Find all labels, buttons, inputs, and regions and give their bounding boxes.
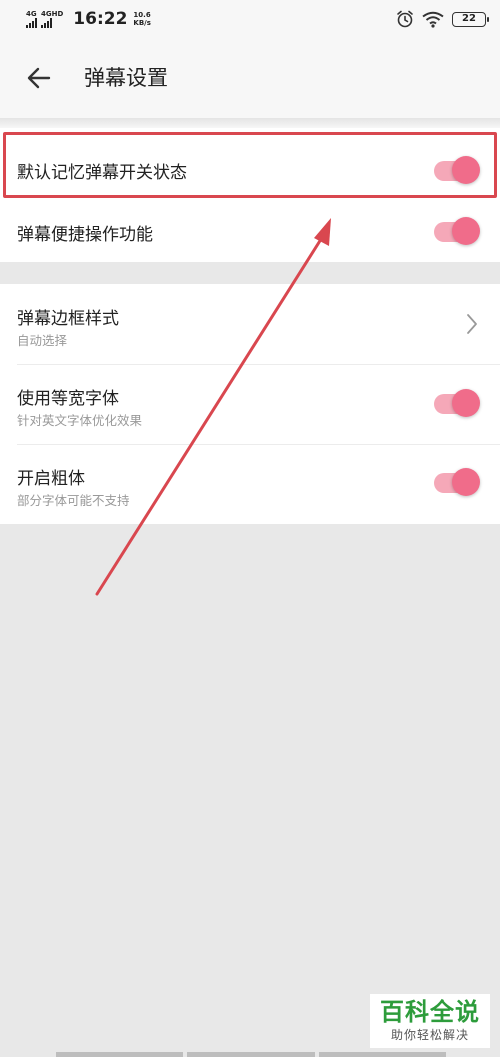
- clock: 16:22: [73, 9, 128, 29]
- setting-danmaku-quick-actions[interactable]: 弹幕便捷操作功能: [0, 202, 500, 262]
- toggle-switch[interactable]: [434, 217, 480, 247]
- toggle-knob: [452, 389, 480, 417]
- wifi-icon: [422, 11, 444, 28]
- network-speed-value: 10.6: [133, 11, 151, 19]
- app-header: 弹幕设置: [0, 38, 500, 118]
- setting-label: 弹幕边框样式: [17, 309, 119, 329]
- signal-sim2-label: 4GHD: [41, 10, 64, 18]
- setting-sublabel: 部分字体可能不支持: [17, 493, 130, 508]
- watermark-logo: 百科全说 助你轻松解决: [370, 994, 490, 1048]
- back-arrow-icon[interactable]: [24, 63, 54, 93]
- setting-sublabel: 针对英文字体优化效果: [17, 413, 143, 428]
- setting-label: 默认记忆弹幕开关状态: [17, 163, 187, 183]
- setting-bold-font[interactable]: 开启粗体 部分字体可能不支持: [0, 445, 500, 524]
- setting-danmaku-border-style[interactable]: 弹幕边框样式 自动选择: [0, 284, 500, 364]
- signal-icon: [26, 18, 37, 28]
- toggle-knob: [452, 156, 480, 184]
- header-divider: [0, 118, 500, 128]
- status-bar: 4G 4GHD 16:22 10.6 KB/s 22: [0, 0, 500, 38]
- network-speed: 10.6 KB/s: [133, 11, 150, 27]
- toggle-switch[interactable]: [434, 468, 480, 498]
- setting-label: 弹幕便捷操作功能: [17, 225, 153, 245]
- network-speed-unit: KB/s: [133, 19, 151, 27]
- toggle-switch[interactable]: [434, 156, 480, 186]
- page-title: 弹幕设置: [84, 66, 168, 90]
- toggle-switch[interactable]: [434, 389, 480, 419]
- toggle-knob: [452, 468, 480, 496]
- alarm-icon: [397, 10, 413, 28]
- battery-level: 22: [462, 12, 476, 24]
- battery-icon: 22: [452, 11, 489, 27]
- setting-sublabel: 自动选择: [17, 333, 68, 348]
- watermark-main: 百科全说: [380, 998, 480, 1026]
- signal-sim1: 4G: [26, 10, 37, 28]
- watermark-sub: 助你轻松解决: [390, 1028, 469, 1042]
- signal-sim1-label: 4G: [26, 10, 37, 18]
- navigation-bar: [56, 1052, 446, 1057]
- setting-remember-danmaku-state[interactable]: 默认记忆弹幕开关状态: [0, 128, 500, 202]
- setting-monospace-font[interactable]: 使用等宽字体 针对英文字体优化效果: [0, 365, 500, 445]
- chevron-right-icon: [467, 314, 477, 334]
- signal-sim2: 4GHD: [41, 10, 63, 28]
- signal-icon: [41, 18, 52, 28]
- setting-label: 开启粗体: [17, 469, 85, 489]
- setting-label: 使用等宽字体: [17, 389, 119, 409]
- settings-group-1: 默认记忆弹幕开关状态 弹幕便捷操作功能: [0, 128, 500, 262]
- toggle-knob: [452, 217, 480, 245]
- settings-group-2: 弹幕边框样式 自动选择 使用等宽字体 针对英文字体优化效果 开启粗体 部分字体可…: [0, 284, 500, 524]
